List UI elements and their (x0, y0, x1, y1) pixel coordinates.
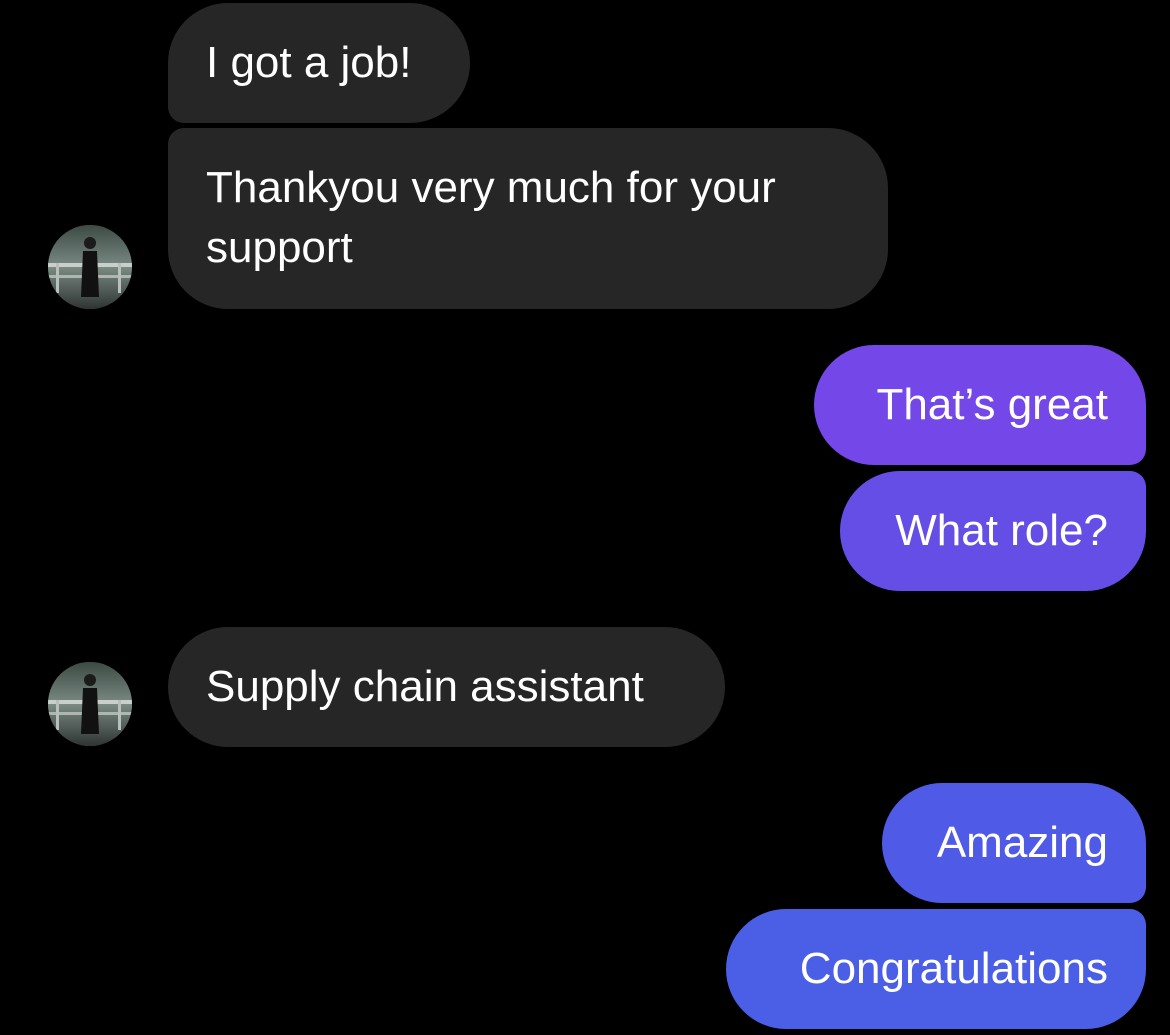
contact-photo-avatar (48, 662, 132, 746)
outgoing-message-bubble[interactable]: What role? (840, 471, 1146, 591)
outgoing-message-bubble[interactable]: That’s great (814, 345, 1146, 465)
contact-avatar[interactable] (48, 662, 132, 746)
incoming-message-bubble[interactable]: Thankyou very much for your support (168, 128, 888, 309)
conversation-thread: { "thread": { "incoming": [ {"text": "I … (0, 0, 1170, 1035)
contact-photo-avatar (48, 225, 132, 309)
message-text: That’s great (876, 380, 1108, 429)
message-text: I got a job! (206, 38, 412, 87)
outgoing-message-bubble[interactable]: Congratulations (726, 909, 1146, 1029)
message-text: Congratulations (799, 944, 1108, 993)
message-text: Amazing (936, 818, 1108, 867)
contact-avatar[interactable] (48, 225, 132, 309)
message-text: Supply chain assistant (206, 662, 644, 711)
incoming-message-bubble[interactable]: Supply chain assistant (168, 627, 725, 747)
message-text: Thankyou very much for your support (206, 163, 776, 272)
outgoing-message-bubble[interactable]: Amazing (882, 783, 1146, 903)
message-text: What role? (895, 506, 1108, 555)
incoming-message-bubble[interactable]: I got a job! (168, 3, 470, 123)
